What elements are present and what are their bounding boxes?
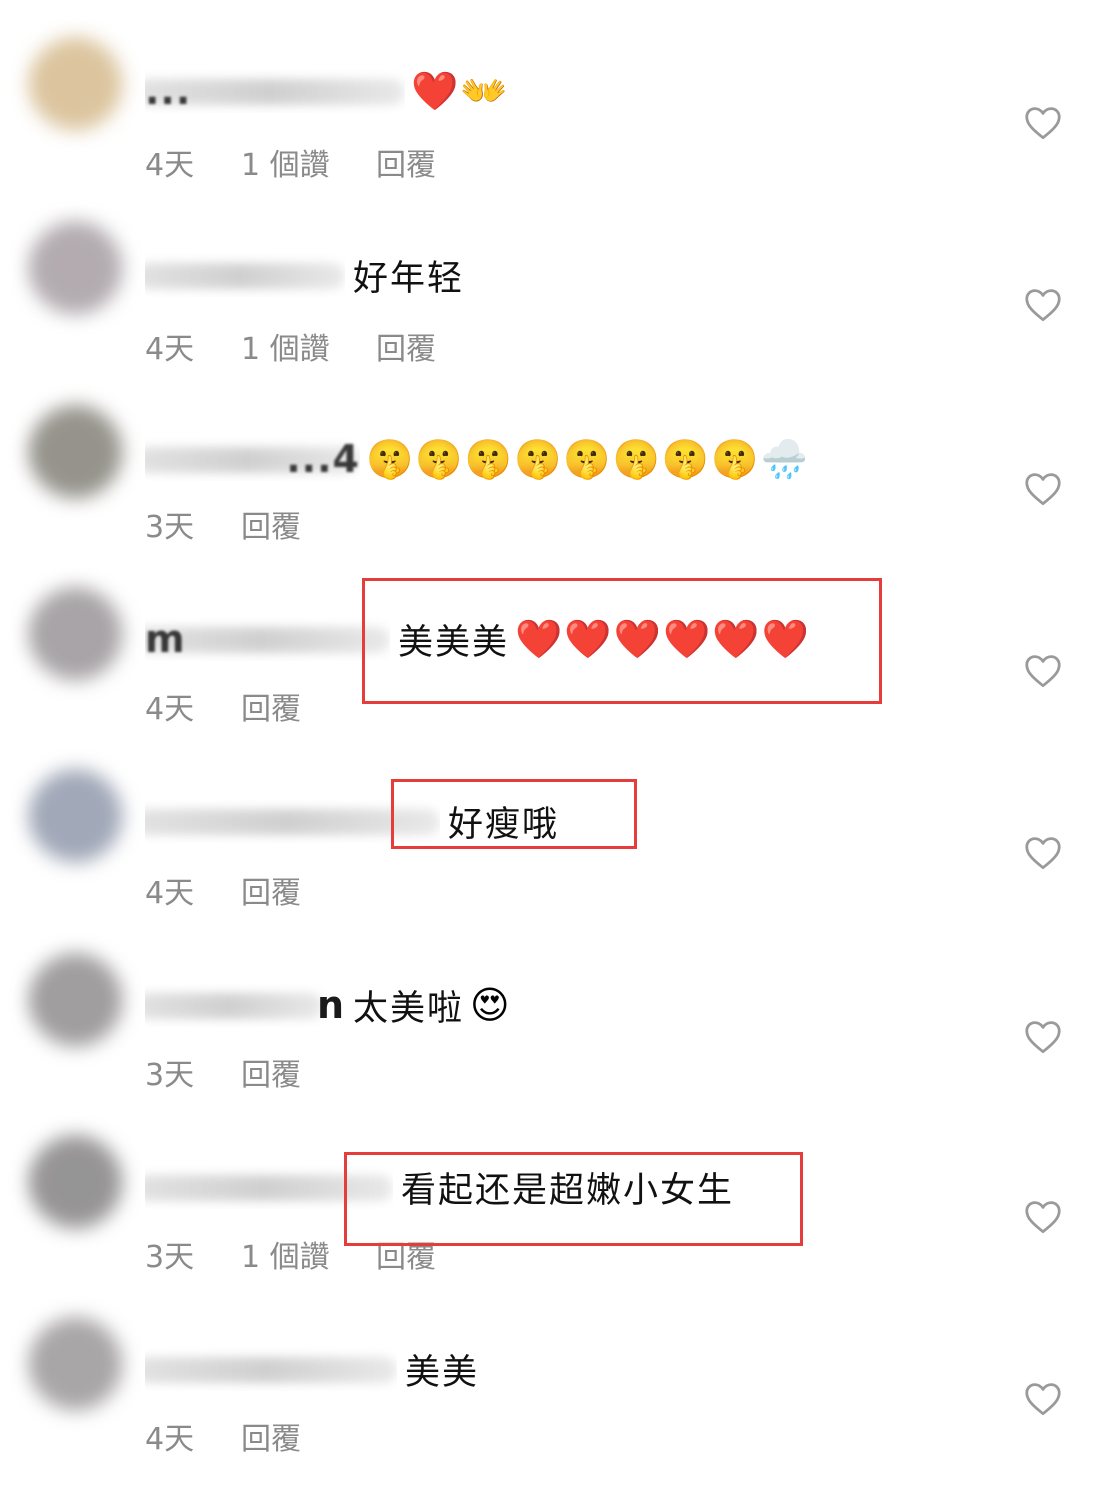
comment-emojis: ❤️👐 xyxy=(411,69,510,113)
comment-line: n 太美啦 😍 xyxy=(145,980,512,1030)
comment-emojis: 😍 xyxy=(470,983,512,1027)
comment-item: 好年轻 4天 1 個讚 回覆 xyxy=(0,208,1118,396)
comment-meta: 4天 回覆 xyxy=(145,684,301,728)
highlight-box xyxy=(362,578,882,704)
comment-meta: 4天 回覆 xyxy=(145,1414,301,1458)
comment-emojis: 🤫🤫🤫🤫🤫🤫🤫🤫🌧️ xyxy=(366,437,810,481)
comment-meta: 3天 回覆 xyxy=(145,1050,301,1094)
comment-line: 美美 xyxy=(145,1344,479,1394)
heart-outline-icon[interactable] xyxy=(1024,1382,1062,1416)
comment-item: n 太美啦 😍 3天 回覆 xyxy=(0,940,1118,1128)
comment-item: ...4 🤫🤫🤫🤫🤫🤫🤫🤫🌧️ 3天 回覆 xyxy=(0,392,1118,580)
like-count[interactable]: 1 個讚 xyxy=(241,324,376,368)
reply-button[interactable]: 回覆 xyxy=(241,1414,301,1458)
avatar-blur xyxy=(22,1304,142,1429)
comment-meta: 4天 1 個讚 回覆 xyxy=(145,324,436,368)
avatar-blur xyxy=(22,1122,142,1247)
username[interactable]: ... xyxy=(145,69,405,113)
comment-meta: 4天 回覆 xyxy=(145,868,301,912)
comment-age: 4天 xyxy=(145,1422,195,1457)
heart-outline-icon[interactable] xyxy=(1024,288,1062,322)
comment-meta: 3天 回覆 xyxy=(145,502,301,546)
reply-button[interactable]: 回覆 xyxy=(376,324,436,368)
reply-button[interactable]: 回覆 xyxy=(241,1050,301,1094)
comment-text: 好年轻 xyxy=(353,258,465,299)
comment-item: 美美 4天 回覆 xyxy=(0,1304,1118,1492)
avatar-blur xyxy=(22,24,142,149)
username[interactable]: m xyxy=(145,617,390,661)
comment-age: 3天 xyxy=(145,1058,195,1093)
username[interactable]: ...4 xyxy=(145,437,360,481)
highlight-box xyxy=(344,1152,803,1246)
avatar-blur xyxy=(22,208,142,333)
comment-text: 美美 xyxy=(405,1352,480,1393)
reply-button[interactable]: 回覆 xyxy=(241,868,301,912)
reply-button[interactable]: 回覆 xyxy=(241,684,301,728)
avatar-blur xyxy=(22,574,142,699)
username[interactable] xyxy=(145,253,345,297)
reply-button[interactable]: 回覆 xyxy=(241,502,301,546)
like-count[interactable]: 1 個讚 xyxy=(241,140,376,184)
reply-button[interactable]: 回覆 xyxy=(376,140,436,184)
comment-item: ... ❤️👐 4天 1 個讚 回覆 xyxy=(0,24,1118,212)
heart-outline-icon[interactable] xyxy=(1024,654,1062,688)
heart-outline-icon[interactable] xyxy=(1024,106,1062,140)
comment-text: 太美啦 xyxy=(353,988,465,1029)
comment-meta: 4天 1 個讚 回覆 xyxy=(145,140,436,184)
username[interactable] xyxy=(145,1347,397,1391)
comment-age: 4天 xyxy=(145,148,195,183)
comment-age: 4天 xyxy=(145,876,195,911)
comment-age: 3天 xyxy=(145,1240,195,1275)
heart-outline-icon[interactable] xyxy=(1024,472,1062,506)
comment-age: 4天 xyxy=(145,692,195,727)
highlight-box xyxy=(391,779,637,849)
username[interactable]: n xyxy=(145,983,345,1027)
heart-outline-icon[interactable] xyxy=(1024,1020,1062,1054)
comment-line: ... ❤️👐 xyxy=(145,66,510,116)
heart-outline-icon[interactable] xyxy=(1024,836,1062,870)
avatar-blur xyxy=(22,392,142,517)
heart-outline-icon[interactable] xyxy=(1024,1200,1062,1234)
comment-line: ...4 🤫🤫🤫🤫🤫🤫🤫🤫🌧️ xyxy=(145,434,810,484)
comment-age: 3天 xyxy=(145,510,195,545)
comment-line: 好年轻 xyxy=(145,250,464,300)
comment-age: 4天 xyxy=(145,332,195,367)
avatar-blur xyxy=(22,940,142,1065)
avatar-blur xyxy=(22,756,142,881)
